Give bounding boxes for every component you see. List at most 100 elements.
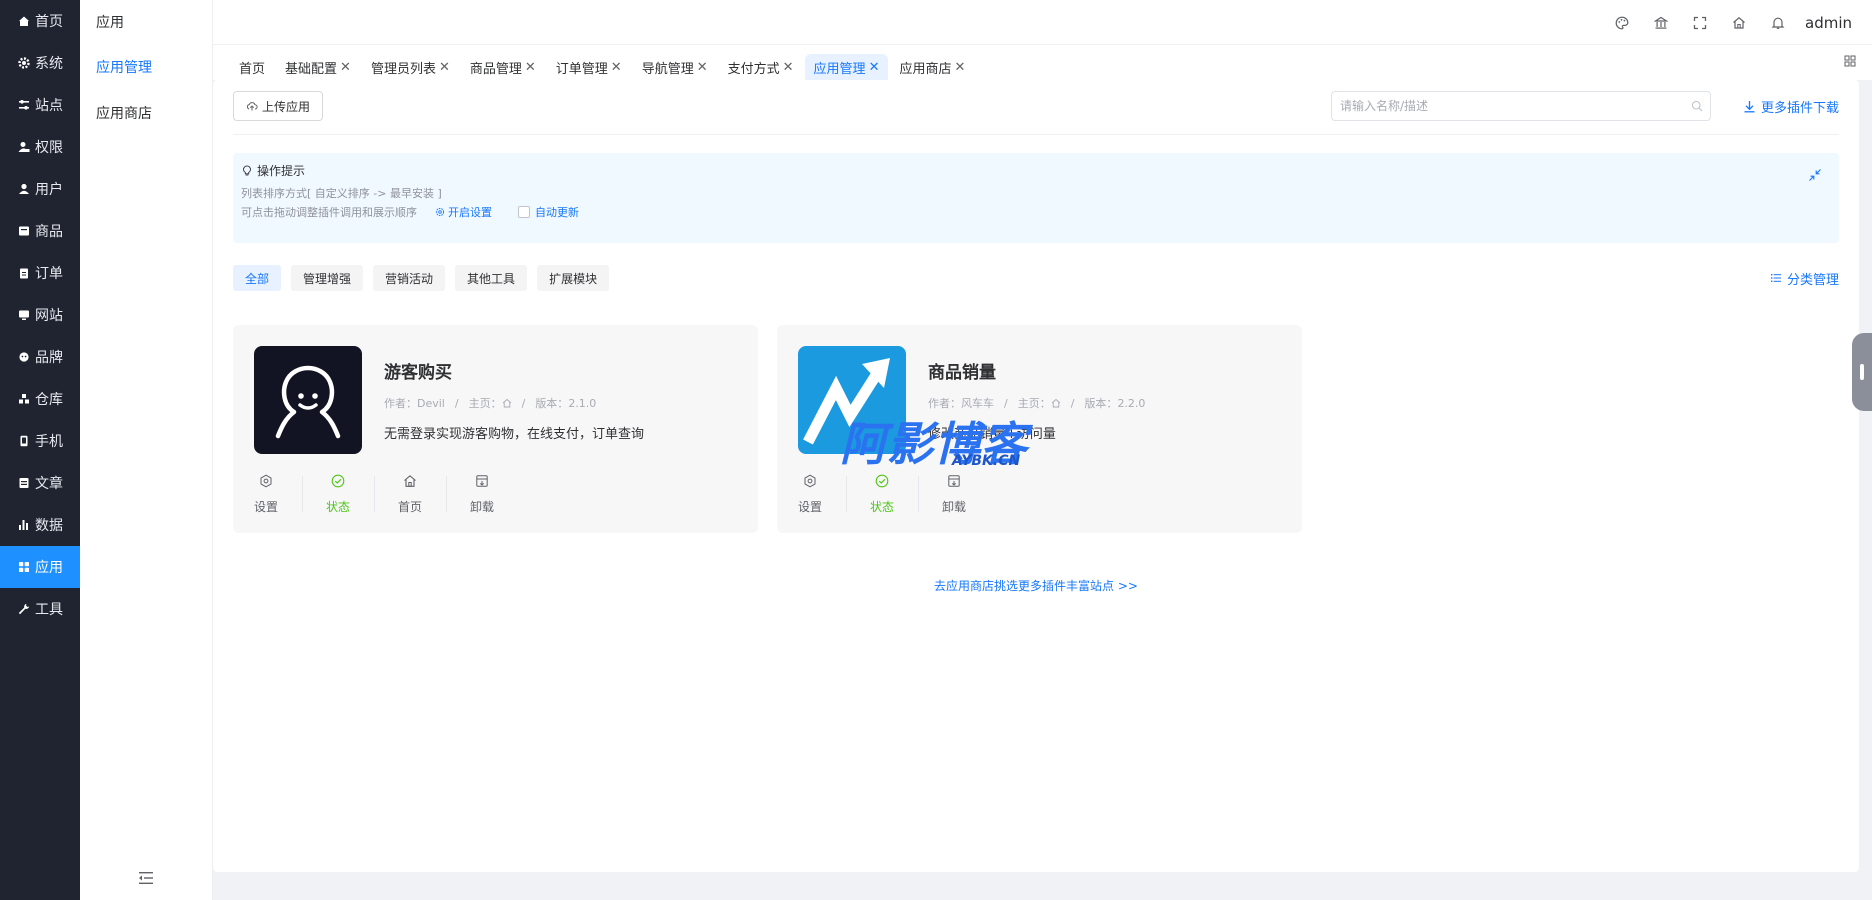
nav-item-site[interactable]: 站点 [0, 84, 80, 126]
home-icon[interactable] [1719, 0, 1758, 45]
nav-item-goods[interactable]: 商品 [0, 210, 80, 252]
filter-management[interactable]: 管理增强 [291, 265, 364, 291]
tab-admin-list[interactable]: 管理员列表 ✕ [362, 54, 459, 80]
check-circle-icon [875, 474, 889, 488]
close-icon[interactable]: ✕ [869, 60, 880, 75]
submenu-title: 应用 [96, 15, 124, 31]
plugin-name: 商品销量 [928, 363, 996, 383]
side-drawer-handle[interactable] [1852, 333, 1872, 411]
status-button[interactable]: 状态 [302, 474, 374, 514]
plugin-meta: 作者： 风车车 / 主页： / 版本： 2.2.0 [928, 396, 1146, 411]
close-icon[interactable]: ✕ [783, 60, 794, 75]
tab-app-manage[interactable]: 应用管理 ✕ [804, 54, 889, 80]
homepage-icon[interactable] [502, 398, 512, 408]
plugin-card[interactable]: 商品销量 作者： 风车车 / 主页： / 版本： 2.2.0 修改商品销量+访问量 … [777, 325, 1302, 533]
close-icon[interactable]: ✕ [954, 60, 965, 75]
check-circle-icon [331, 474, 345, 488]
submenu-item-app-manage[interactable]: 应用管理 [80, 44, 212, 90]
search-icon[interactable] [1684, 100, 1710, 112]
main-nav: 首页 系统 站点 权限 用户 商品 订单 网站 品牌 仓库 手机 文章 数据 应… [0, 0, 80, 900]
plugin-meta: 作者： Devil / 主页： / 版本： 2.1.0 [384, 396, 597, 411]
nav-item-mobile[interactable]: 手机 [0, 420, 80, 462]
header-toolbar: admin [1602, 0, 1852, 45]
more-plugins-link[interactable]: 更多插件下载 [1743, 91, 1839, 121]
list-icon [1770, 272, 1782, 284]
close-icon[interactable]: ✕ [525, 60, 536, 75]
nav-item-brand[interactable]: 品牌 [0, 336, 80, 378]
nav-item-home[interactable]: 首页 [0, 0, 80, 42]
nav-item-data[interactable]: 数据 [0, 504, 80, 546]
tab-payment[interactable]: 支付方式 ✕ [719, 54, 803, 80]
warehouse-icon [17, 392, 31, 406]
wrench-icon [17, 602, 31, 616]
close-icon[interactable]: ✕ [611, 60, 622, 75]
filter-extension[interactable]: 扩展模块 [537, 265, 610, 291]
plugin-description: 无需登录实现游客购物，在线支付，订单查询 [384, 427, 645, 442]
sliders-icon [17, 98, 31, 112]
nav-item-apps[interactable]: 应用 [0, 546, 80, 588]
guest-avatar-icon [275, 365, 341, 439]
uninstall-icon [475, 474, 489, 488]
tab-order-manage[interactable]: 订单管理 ✕ [547, 54, 631, 80]
nav-item-order[interactable]: 订单 [0, 252, 80, 294]
tips-header: 操作提示 [241, 161, 1831, 179]
filter-all[interactable]: 全部 [233, 265, 282, 291]
download-icon [1743, 100, 1756, 113]
filter-marketing[interactable]: 营销活动 [373, 265, 446, 291]
fullscreen-icon[interactable] [1680, 0, 1719, 45]
tabs-menu-icon[interactable] [1842, 53, 1858, 69]
content-toolbar: 上传应用 更多插件下载 [233, 91, 1839, 121]
search-box [1331, 91, 1711, 121]
open-settings-link[interactable]: 开启设置 [435, 204, 492, 220]
nav-item-article[interactable]: 文章 [0, 462, 80, 504]
plugin-logo-guest [254, 346, 362, 454]
uninstall-icon [947, 474, 961, 488]
homepage-button[interactable]: 首页 [374, 474, 446, 514]
close-icon[interactable]: ✕ [340, 60, 351, 75]
user-name[interactable]: admin [1805, 14, 1852, 32]
nav-item-user[interactable]: 用户 [0, 168, 80, 210]
phone-icon [17, 434, 31, 448]
category-manage-link[interactable]: 分类管理 [1770, 265, 1839, 291]
tab-home[interactable]: 首页 [230, 54, 274, 80]
bank-icon[interactable] [1641, 0, 1680, 45]
top-header: admin [213, 0, 1872, 45]
collapse-menu-icon[interactable] [136, 868, 156, 888]
trend-up-icon [803, 358, 890, 445]
filter-other-tools[interactable]: 其他工具 [455, 265, 528, 291]
submenu-item-app-store[interactable]: 应用商店 [80, 90, 212, 136]
nav-item-permission[interactable]: 权限 [0, 126, 80, 168]
tab-basic-config[interactable]: 基础配置 ✕ [276, 54, 360, 80]
collapse-tips-icon[interactable] [1807, 167, 1823, 183]
bell-icon[interactable] [1758, 0, 1797, 45]
settings-icon [435, 207, 445, 217]
plugin-card[interactable]: 游客购买 作者： Devil / 主页： / 版本： 2.1.0 无需登录实现游客购… [233, 325, 758, 533]
plugin-actions: 设置 状态 首页 卸载 [254, 474, 518, 514]
tab-goods-manage[interactable]: 商品管理 ✕ [461, 54, 545, 80]
palette-icon[interactable] [1602, 0, 1641, 45]
close-icon[interactable]: ✕ [439, 60, 450, 75]
tips-sort-line: 列表排序方式[ 自定义排序 -> 最早安装 ] [241, 187, 442, 200]
app-store-link[interactable]: 去应用商店挑选更多插件丰富站点 >> [213, 577, 1859, 594]
nav-item-system[interactable]: 系统 [0, 42, 80, 84]
search-input[interactable] [1340, 99, 1684, 113]
settings-button[interactable]: 设置 [254, 474, 278, 514]
uninstall-button[interactable]: 卸载 [446, 474, 518, 514]
settings-button[interactable]: 设置 [798, 474, 822, 514]
box-icon [17, 224, 31, 238]
tab-nav-manage[interactable]: 导航管理 ✕ [633, 54, 717, 80]
tab-app-store[interactable]: 应用商店 ✕ [890, 54, 974, 80]
nav-item-warehouse[interactable]: 仓库 [0, 378, 80, 420]
nav-item-website[interactable]: 网站 [0, 294, 80, 336]
plugin-description: 修改商品销量+访问量 [928, 427, 1056, 442]
user-icon [17, 182, 31, 196]
uninstall-button[interactable]: 卸载 [918, 474, 990, 514]
upload-app-button[interactable]: 上传应用 [233, 91, 324, 121]
nav-item-tools[interactable]: 工具 [0, 588, 80, 630]
homepage-icon[interactable] [1051, 398, 1061, 408]
monitor-icon [17, 308, 31, 322]
close-icon[interactable]: ✕ [697, 60, 708, 75]
auto-update-checkbox[interactable]: 自动更新 [518, 204, 579, 220]
headset-icon [17, 350, 31, 364]
status-button[interactable]: 状态 [846, 474, 918, 514]
